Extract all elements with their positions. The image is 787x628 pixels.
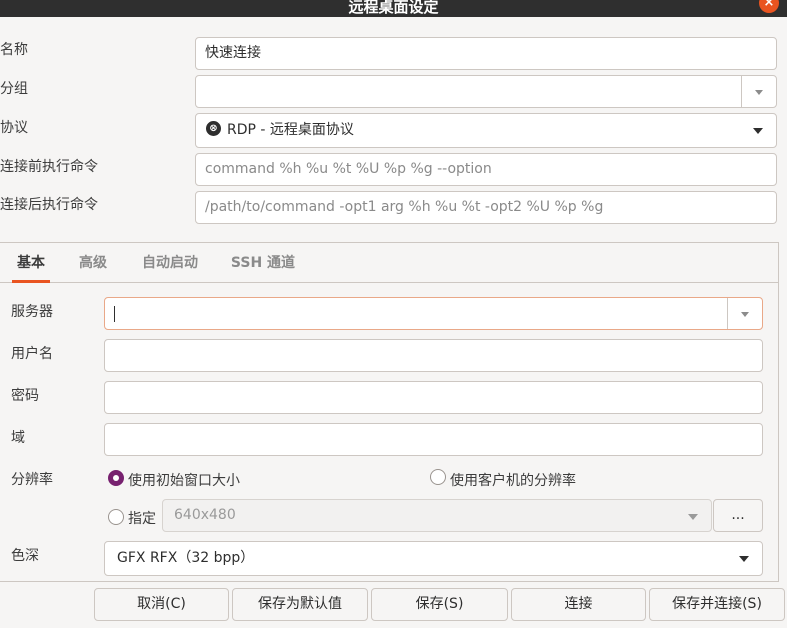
chevron-down-icon	[755, 90, 763, 95]
connect-button[interactable]: 连接	[511, 588, 646, 621]
radio-client-resolution-label[interactable]: 使用客户机的分辨率	[450, 470, 576, 490]
radio-client-resolution[interactable]	[430, 469, 446, 485]
domain-field[interactable]	[104, 423, 763, 456]
server-label: 服务器	[11, 304, 53, 320]
cancel-button[interactable]: 取消(C)	[94, 588, 229, 621]
custom-resolution-value: 640x480	[174, 507, 236, 523]
radio-custom-resolution[interactable]	[108, 509, 124, 525]
group-dropdown-button[interactable]	[741, 76, 776, 107]
resolution-more-button[interactable]: ...	[713, 499, 763, 532]
tab-autostart[interactable]: 自动启动	[132, 243, 208, 283]
window-title: 远程桌面设定	[348, 0, 439, 16]
custom-resolution-select: 640x480	[162, 499, 712, 532]
chevron-down-icon	[739, 556, 749, 562]
save-as-default-button[interactable]: 保存为默认值	[232, 588, 368, 621]
chevron-down-icon	[741, 312, 749, 317]
protocol-plugin-icon: ⊗	[206, 121, 221, 136]
settings-notebook: 基本 高级 自动启动 SSH 通道 服务器 用户名 密码 域 分辨率 使用初始窗…	[0, 242, 779, 582]
color-depth-value: GFX RFX（32 bpp）	[117, 550, 255, 566]
tab-advanced[interactable]: 高级	[70, 243, 116, 283]
post-command-label: 连接后执行命令	[0, 197, 98, 213]
password-label: 密码	[11, 388, 39, 404]
group-label: 分组	[0, 81, 28, 97]
protocol-value: RDP - 远程桌面协议	[227, 122, 354, 138]
group-combo[interactable]	[195, 75, 777, 108]
tab-bar: 基本 高级 自动启动 SSH 通道	[0, 243, 778, 283]
radio-initial-size[interactable]	[108, 470, 124, 486]
save-and-connect-button[interactable]: 保存并连接(S)	[649, 588, 785, 621]
save-button[interactable]: 保存(S)	[371, 588, 508, 621]
domain-label: 域	[11, 430, 25, 446]
tab-basic[interactable]: 基本	[8, 243, 54, 283]
color-depth-select[interactable]: GFX RFX（32 bpp）	[104, 541, 763, 576]
title-bar: 远程桌面设定 ×	[0, 0, 787, 17]
password-field[interactable]	[104, 381, 763, 414]
radio-custom-resolution-label[interactable]: 指定	[128, 508, 156, 528]
server-dropdown-button[interactable]	[727, 298, 762, 329]
tab-ssh-tunnel[interactable]: SSH 通道	[224, 243, 302, 283]
username-label: 用户名	[11, 346, 53, 362]
chevron-down-icon	[753, 128, 763, 134]
name-label: 名称	[0, 42, 28, 58]
chevron-down-icon	[688, 514, 698, 520]
pre-command-field[interactable]: command %h %u %t %U %p %g --option	[195, 153, 777, 186]
protocol-select[interactable]: ⊗ RDP - 远程桌面协议	[195, 113, 777, 148]
pre-command-label: 连接前执行命令	[0, 159, 98, 175]
username-field[interactable]	[104, 339, 763, 372]
server-combo[interactable]	[104, 297, 763, 330]
radio-initial-size-label[interactable]: 使用初始窗口大小	[128, 470, 240, 490]
name-field[interactable]: 快速连接	[195, 37, 777, 70]
post-command-field[interactable]: /path/to/command -opt1 arg %h %u %t -opt…	[195, 191, 777, 224]
protocol-label: 协议	[0, 120, 28, 136]
color-depth-label: 色深	[11, 548, 39, 564]
resolution-label: 分辨率	[11, 472, 53, 488]
text-cursor	[114, 306, 115, 322]
